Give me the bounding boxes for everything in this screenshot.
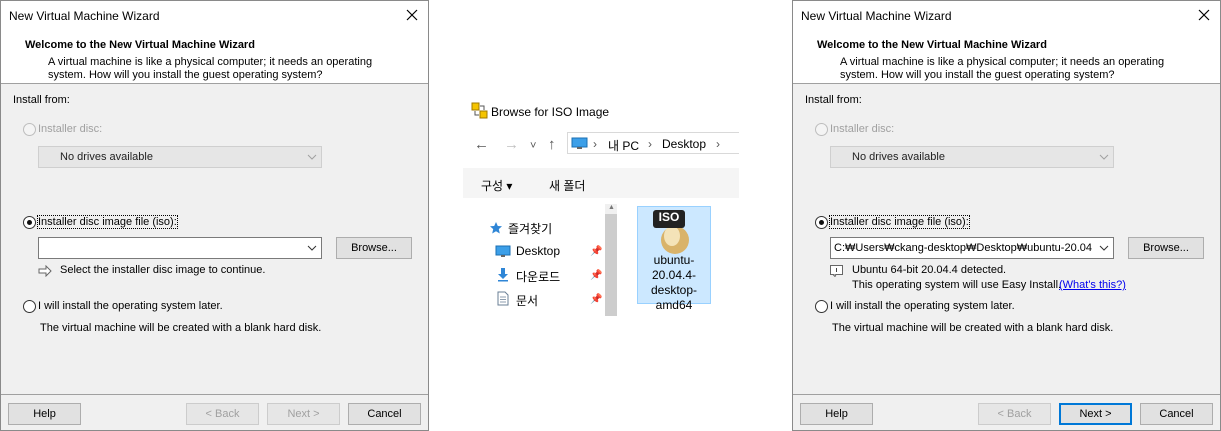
iso-browse-icon [471, 102, 488, 119]
installer-disc-radio[interactable] [815, 123, 828, 136]
tree-item-favorites[interactable]: 즐겨찾기 [508, 220, 552, 237]
install-from-label: Install from: [13, 94, 70, 106]
forward-arrow-icon[interactable]: → [504, 136, 519, 153]
disc-drive-select[interactable]: No drives available [38, 146, 322, 168]
pin-icon: 📌 [590, 246, 603, 257]
scrollbar-thumb[interactable] [605, 214, 617, 316]
iso-image-radio[interactable] [815, 216, 828, 229]
iso-path-value: C:₩Users₩ckang-desktop₩Desktop₩ubuntu-20… [834, 242, 1092, 254]
disc-drive-select[interactable]: No drives available [830, 146, 1114, 168]
whats-this-link[interactable]: (What's this?) [1059, 279, 1126, 291]
wizard-heading: Welcome to the New Virtual Machine Wizar… [817, 39, 1047, 51]
scroll-up-icon[interactable]: ▲ [608, 204, 615, 211]
document-icon [497, 291, 509, 306]
download-icon [498, 268, 508, 282]
wizard-description: A virtual machine is like a physical com… [840, 56, 1165, 81]
explorer-toolbar: 구성 ▾ 새 폴더 [463, 168, 739, 198]
install-later-radio[interactable] [23, 300, 36, 313]
chevron-down-icon [1099, 245, 1109, 251]
breadcrumb-desktop[interactable]: Desktop [662, 137, 706, 151]
tree-item-documents[interactable]: 문서 [516, 292, 538, 309]
title-bar: New Virtual Machine Wizard [1, 1, 428, 32]
detected-text: Ubuntu 64-bit 20.04.4 detected. [852, 264, 1007, 276]
wizard-dialog-left: New Virtual Machine Wizard Welcome to th… [0, 0, 429, 431]
wizard-header: Welcome to the New Virtual Machine Wizar… [793, 32, 1220, 84]
explorer-title: Browse for ISO Image [491, 105, 610, 119]
tree-item-downloads[interactable]: 다운로드 [516, 268, 560, 285]
iso-image-label: Installer disc image file (iso): [829, 215, 970, 229]
iso-file-name: ubuntu-20.04.4-desktop-amd64 [650, 253, 698, 312]
star-icon [490, 222, 502, 234]
wizard-description: A virtual machine is like a physical com… [48, 56, 373, 81]
desktop-icon [495, 245, 511, 257]
installer-disc-label: Installer disc: [38, 123, 103, 135]
pin-icon: 📌 [590, 270, 603, 281]
help-button[interactable]: Help [8, 403, 81, 425]
install-later-label: I will install the operating system late… [830, 300, 1015, 312]
back-button[interactable]: < Back [978, 403, 1051, 425]
arrow-right-icon [38, 265, 52, 277]
chevron-down-icon [307, 154, 317, 160]
easy-install-text: This operating system will use Easy Inst… [852, 279, 1062, 291]
install-from-label: Install from: [805, 94, 862, 106]
iso-badge: ISO [658, 210, 680, 224]
close-icon[interactable] [1196, 7, 1212, 23]
installer-disc-radio[interactable] [23, 123, 36, 136]
breadcrumb-sep-icon: › [716, 137, 720, 151]
disc-drive-value: No drives available [60, 151, 153, 163]
tree-scrollbar[interactable]: ▲ [605, 204, 617, 316]
window-title: New Virtual Machine Wizard [9, 9, 160, 23]
install-later-label: I will install the operating system late… [38, 300, 223, 312]
title-bar: New Virtual Machine Wizard [793, 1, 1220, 32]
up-arrow-icon[interactable]: ↑ [548, 136, 556, 153]
back-button[interactable]: < Back [186, 403, 259, 425]
iso-image-label: Installer disc image file (iso): [37, 215, 178, 229]
pc-icon [571, 137, 588, 149]
new-folder-button[interactable]: 새 폴더 [549, 177, 585, 194]
next-button[interactable]: Next > [1059, 403, 1132, 425]
recent-chevron-icon[interactable]: ˅ [530, 140, 536, 152]
close-icon[interactable] [404, 7, 420, 23]
install-later-note: The virtual machine will be created with… [832, 322, 1114, 334]
cancel-button[interactable]: Cancel [1140, 403, 1213, 425]
info-icon [830, 265, 843, 277]
breadcrumb-sep-icon: › [593, 137, 597, 151]
wizard-dialog-right: New Virtual Machine Wizard Welcome to th… [792, 0, 1221, 431]
pin-icon: 📌 [590, 294, 603, 305]
wizard-header: Welcome to the New Virtual Machine Wizar… [1, 32, 428, 84]
hint-text: Select the installer disc image to conti… [60, 264, 266, 276]
window-title: New Virtual Machine Wizard [801, 9, 952, 23]
wizard-heading: Welcome to the New Virtual Machine Wizar… [25, 39, 255, 51]
back-arrow-icon[interactable]: ← [474, 136, 489, 153]
organize-button[interactable]: 구성 ▾ [481, 177, 512, 194]
iso-file-item[interactable]: ISO ubuntu-20.04.4-desktop-amd64 [637, 206, 711, 312]
next-button[interactable]: Next > [267, 403, 340, 425]
address-bar[interactable]: › 내 PC › Desktop › [567, 132, 739, 154]
iso-image-radio[interactable] [23, 216, 36, 229]
iso-path-combo[interactable] [38, 237, 322, 259]
browse-iso-window: Browse for ISO Image ← → ˅ ↑ › 내 PC › De… [463, 96, 739, 316]
iso-path-combo[interactable]: C:₩Users₩ckang-desktop₩Desktop₩ubuntu-20… [830, 237, 1114, 259]
installer-disc-label: Installer disc: [830, 123, 895, 135]
browse-button[interactable]: Browse... [1128, 237, 1204, 259]
breadcrumb-sep-icon: › [648, 137, 652, 151]
disc-drive-value: No drives available [852, 151, 945, 163]
footer-divider [1, 394, 428, 395]
help-button[interactable]: Help [800, 403, 873, 425]
cancel-button[interactable]: Cancel [348, 403, 421, 425]
footer-divider [793, 394, 1220, 395]
install-later-note: The virtual machine will be created with… [40, 322, 322, 334]
chevron-down-icon [1099, 154, 1109, 160]
tree-item-desktop[interactable]: Desktop [516, 244, 560, 258]
install-later-radio[interactable] [815, 300, 828, 313]
breadcrumb-pc[interactable]: 내 PC [608, 137, 639, 154]
browse-button[interactable]: Browse... [336, 237, 412, 259]
chevron-down-icon [307, 245, 317, 251]
